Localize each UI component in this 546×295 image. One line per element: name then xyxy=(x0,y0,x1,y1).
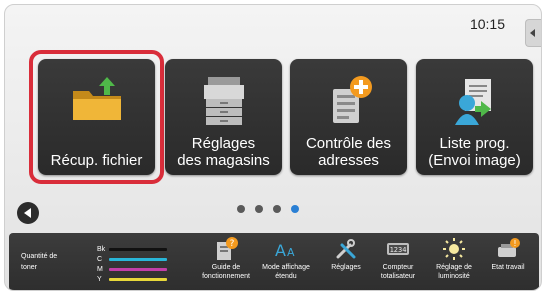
page-dot[interactable] xyxy=(273,205,281,213)
tile-label-line1: Contrôle des xyxy=(305,135,392,152)
tile-label-line1: Liste prog. xyxy=(439,135,510,152)
job-status-button[interactable]: ! Etat travail xyxy=(483,235,533,290)
toner-levels[interactable]: Bk C M Y xyxy=(97,244,167,284)
toner-row-m: M xyxy=(97,264,167,274)
page-dot[interactable] xyxy=(237,205,245,213)
svg-text:A: A xyxy=(287,246,295,259)
toner-row-bk: Bk xyxy=(97,244,167,254)
clock: 10:15 xyxy=(469,16,505,32)
toner-row-y: Y xyxy=(97,274,167,284)
svg-text:A: A xyxy=(275,241,286,260)
tile-reglages-magasins[interactable]: Réglages des magasins xyxy=(165,59,282,175)
toner-bar xyxy=(109,267,167,271)
tile-recup-fichier[interactable]: Récup. fichier xyxy=(38,59,155,175)
touch-panel: 10:15 Récup. fichier Réglages des magasi… xyxy=(4,4,542,291)
svg-text:1234: 1234 xyxy=(390,246,407,254)
book-question-icon: ? xyxy=(201,235,251,263)
tile-label-line2: (Envoi image) xyxy=(428,152,521,169)
tools-icon xyxy=(321,235,371,263)
tile-label-line1: Réglages xyxy=(191,135,256,152)
toner-row-c: C xyxy=(97,254,167,264)
address-book-add-icon xyxy=(290,71,407,127)
system-bar: Quantité de toner Bk C M Y ? Guide de fo… xyxy=(9,233,539,290)
page-indicator xyxy=(237,205,299,213)
tile-label-line2: des magasins xyxy=(177,152,270,169)
status-bar: 10:15 xyxy=(5,5,541,47)
toner-bar xyxy=(109,257,167,261)
toner-quantity-label: Quantité de toner xyxy=(21,253,58,271)
extended-display-button[interactable]: A A Mode affichage étendu xyxy=(261,235,311,290)
tile-liste-prog[interactable]: Liste prog. (Envoi image) xyxy=(416,59,533,175)
tile-label-line2: adresses xyxy=(318,152,379,169)
page-dot[interactable] xyxy=(255,205,263,213)
counter-button[interactable]: 1234 Compteur totalisateur xyxy=(373,235,423,290)
program-list-send-icon xyxy=(416,71,533,127)
svg-text:!: ! xyxy=(513,239,516,248)
printer-icon xyxy=(165,71,282,127)
tile-controle-adresses[interactable]: Contrôle des adresses xyxy=(290,59,407,175)
brightness-icon xyxy=(429,235,479,263)
brightness-button[interactable]: Réglage de luminosité xyxy=(429,235,479,290)
settings-button[interactable]: Réglages xyxy=(321,235,371,290)
svg-text:?: ? xyxy=(230,239,235,249)
job-status-icon: ! xyxy=(483,235,533,263)
font-size-icon: A A xyxy=(261,235,311,263)
page-dot-active[interactable] xyxy=(291,205,299,213)
guide-button[interactable]: ? Guide de fonctionnement xyxy=(201,235,251,290)
tile-label-line1: Récup. fichier xyxy=(50,152,143,169)
toner-bar xyxy=(109,277,167,281)
previous-page-button[interactable] xyxy=(17,202,39,224)
toner-bar xyxy=(109,247,167,251)
folder-retrieve-icon xyxy=(38,71,155,127)
counter-icon: 1234 xyxy=(373,235,423,263)
side-panel-tab[interactable] xyxy=(525,19,541,47)
